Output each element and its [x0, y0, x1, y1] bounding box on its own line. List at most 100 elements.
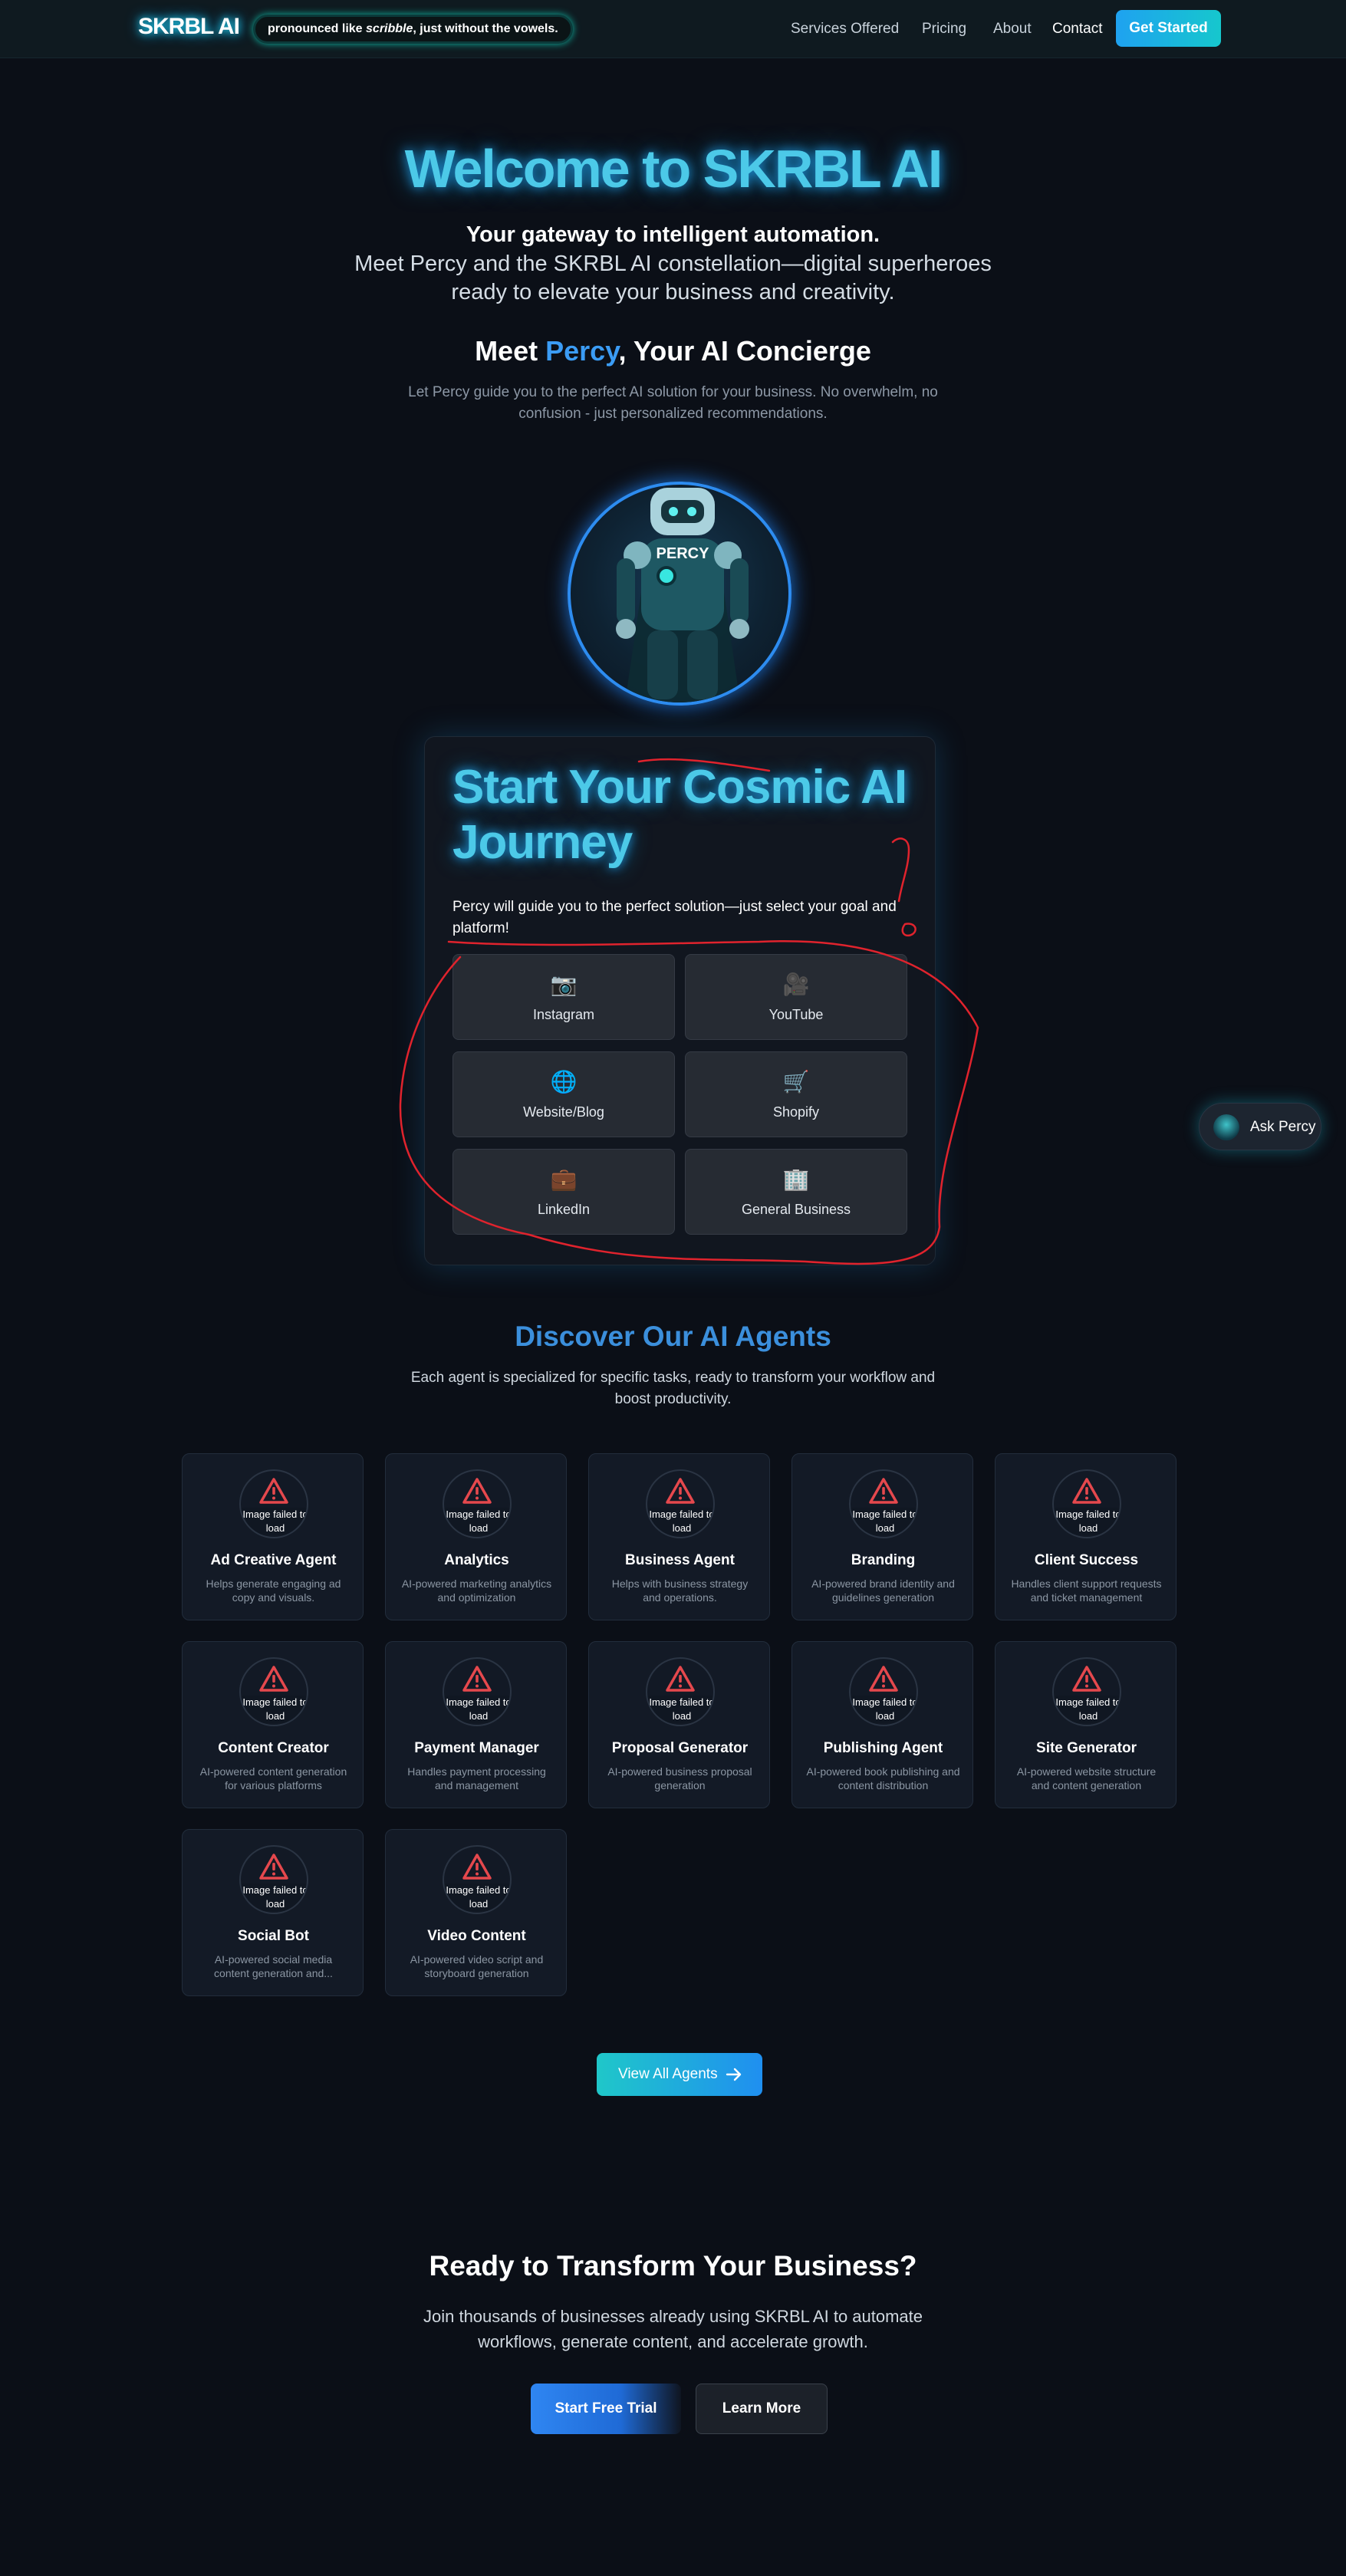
agent-card[interactable]: Image failed to load Social Bot AI-power…	[182, 1829, 364, 1996]
nav-link-services[interactable]: Services Offered	[791, 21, 899, 38]
nav-link-contact[interactable]: Contact	[1052, 21, 1102, 38]
image-failed-text: Image failed to load	[444, 1883, 510, 1911]
agent-card[interactable]: Image failed to load Site Generator AI-p…	[995, 1641, 1177, 1808]
image-failed-text: Image failed to load	[444, 1508, 510, 1535]
agent-name: Content Creator	[218, 1740, 329, 1756]
view-all-agents-button[interactable]: View All Agents	[597, 2053, 762, 2096]
cta-subtitle: Join thousands of businesses already usi…	[423, 2307, 923, 2351]
platform-label: LinkedIn	[537, 1202, 591, 1217]
agent-card[interactable]: Image failed to load Client Success Hand…	[995, 1453, 1177, 1620]
agent-name: Client Success	[1034, 1552, 1139, 1568]
platform-label: Shopify	[772, 1104, 820, 1120]
platform-linkedin[interactable]: 💼 LinkedIn	[453, 1149, 675, 1235]
platform-label: YouTube	[768, 1007, 824, 1022]
agent-image: Image failed to load	[1052, 1657, 1121, 1726]
image-failed-text: Image failed to load	[851, 1696, 917, 1723]
warning-icon	[869, 1478, 898, 1504]
agent-name: Branding	[851, 1552, 916, 1568]
agent-description: AI-powered brand identity and guidelines…	[811, 1578, 955, 1604]
agent-description: AI-powered content generation for variou…	[199, 1765, 347, 1791]
view-all-agents-label: View All Agents	[618, 2066, 718, 2082]
warning-icon	[1072, 1666, 1101, 1692]
agent-card[interactable]: Image failed to load Content Creator AI-…	[182, 1641, 364, 1808]
agent-card[interactable]: Image failed to load Payment Manager Han…	[385, 1641, 567, 1808]
ask-percy-label: Ask Percy	[1250, 1119, 1316, 1135]
top-nav: SKRBL AI pronounced like scribble, just …	[0, 0, 1346, 58]
concierge-title-prefix: Meet	[475, 335, 546, 367]
agent-card[interactable]: Image failed to load Branding AI-powered…	[791, 1453, 973, 1620]
platform-website-blog[interactable]: 🌐 Website/Blog	[453, 1051, 675, 1137]
camera-icon: 📷	[550, 972, 578, 996]
agent-description: Helps with business strategy and operati…	[611, 1578, 749, 1604]
hero-tagline: Your gateway to intelligent automation.	[466, 222, 880, 247]
agent-image: Image failed to load	[443, 1845, 512, 1914]
agent-name: Publishing Agent	[823, 1740, 943, 1756]
warning-icon	[666, 1478, 695, 1504]
video-camera-icon: 🎥	[782, 972, 810, 996]
globe-icon: 🌐	[550, 1070, 578, 1094]
image-failed-text: Image failed to load	[444, 1696, 510, 1723]
agent-card[interactable]: Image failed to load Proposal Generator …	[588, 1641, 770, 1808]
journey-card: Start Your Cosmic AI Journey Percy will …	[424, 736, 936, 1265]
agent-name: Social Bot	[238, 1928, 309, 1944]
percy-robot-illustration: PERCY	[616, 488, 749, 702]
agent-image: Image failed to load	[1052, 1469, 1121, 1538]
image-failed-text: Image failed to load	[647, 1508, 713, 1535]
platform-label: General Business	[741, 1202, 851, 1217]
agent-description: AI-powered video script and storyboard g…	[410, 1953, 544, 1979]
percy-chest-label: PERCY	[657, 545, 710, 562]
agent-name: Video Content	[427, 1928, 526, 1944]
pronunciation-prefix: pronounced like	[268, 22, 367, 35]
agent-name: Payment Manager	[414, 1740, 539, 1756]
agent-image: Image failed to load	[849, 1469, 918, 1538]
briefcase-icon: 💼	[550, 1167, 578, 1191]
image-failed-text: Image failed to load	[241, 1696, 307, 1723]
agent-description: AI-powered social media content generati…	[214, 1953, 333, 1979]
agents-title: Discover Our AI Agents	[515, 1321, 831, 1352]
agent-card[interactable]: Image failed to load Analytics AI-powere…	[385, 1453, 567, 1620]
agent-name: Business Agent	[625, 1552, 735, 1568]
warning-icon	[259, 1854, 288, 1880]
agent-name: Site Generator	[1036, 1740, 1137, 1756]
agent-name: Ad Creative Agent	[210, 1552, 337, 1568]
agent-image: Image failed to load	[239, 1657, 308, 1726]
office-building-icon: 🏢	[782, 1167, 810, 1191]
agent-card[interactable]: Image failed to load Business Agent Help…	[588, 1453, 770, 1620]
pronunciation-suffix: , just without the vowels.	[413, 22, 558, 35]
platform-instagram[interactable]: 📷 Instagram	[453, 954, 675, 1040]
agents-subtitle: Each agent is specialized for specific t…	[410, 1370, 936, 1407]
start-free-trial-button[interactable]: Start Free Trial	[531, 2384, 681, 2434]
nav-link-pricing[interactable]: Pricing	[922, 21, 966, 38]
agent-card[interactable]: Image failed to load Ad Creative Agent H…	[182, 1453, 364, 1620]
page: SKRBL AI pronounced like scribble, just …	[0, 0, 1346, 2576]
agent-name: Analytics	[444, 1552, 509, 1568]
warning-icon	[666, 1666, 695, 1692]
shopping-cart-icon: 🛒	[782, 1070, 810, 1094]
pronunciation-badge: pronounced like scribble, just without t…	[253, 15, 573, 44]
concierge-title-suffix: , Your AI Concierge	[618, 335, 871, 367]
hero-title: Welcome to SKRBL AI	[404, 139, 943, 199]
get-started-button[interactable]: Get Started	[1116, 10, 1221, 47]
agent-card[interactable]: Image failed to load Video Content AI-po…	[385, 1829, 567, 1996]
agent-description: Handles payment processing and managemen…	[407, 1765, 546, 1791]
agent-description: AI-powered marketing analytics and optim…	[401, 1578, 552, 1604]
agent-image: Image failed to load	[849, 1657, 918, 1726]
warning-icon	[1072, 1478, 1101, 1504]
platform-general-business[interactable]: 🏢 General Business	[685, 1149, 907, 1235]
warning-icon	[869, 1666, 898, 1692]
agent-image: Image failed to load	[443, 1657, 512, 1726]
image-failed-text: Image failed to load	[647, 1696, 713, 1723]
concierge-subtitle: Let Percy guide you to the perfect AI so…	[408, 384, 938, 422]
warning-icon	[462, 1666, 492, 1692]
agent-image: Image failed to load	[646, 1657, 715, 1726]
nav-link-about[interactable]: About	[993, 21, 1032, 38]
journey-title: Start Your Cosmic AI Journey	[453, 761, 907, 869]
agent-card[interactable]: Image failed to load Publishing Agent AI…	[791, 1641, 973, 1808]
platform-shopify[interactable]: 🛒 Shopify	[685, 1051, 907, 1137]
agent-description: AI-powered website structure and content…	[1016, 1765, 1157, 1791]
platform-youtube[interactable]: 🎥 YouTube	[685, 954, 907, 1040]
learn-more-button[interactable]: Learn More	[696, 2384, 828, 2434]
logo[interactable]: SKRBL AI	[138, 14, 240, 40]
ask-percy-button[interactable]: Ask Percy	[1199, 1103, 1321, 1150]
image-failed-text: Image failed to load	[1054, 1508, 1120, 1535]
